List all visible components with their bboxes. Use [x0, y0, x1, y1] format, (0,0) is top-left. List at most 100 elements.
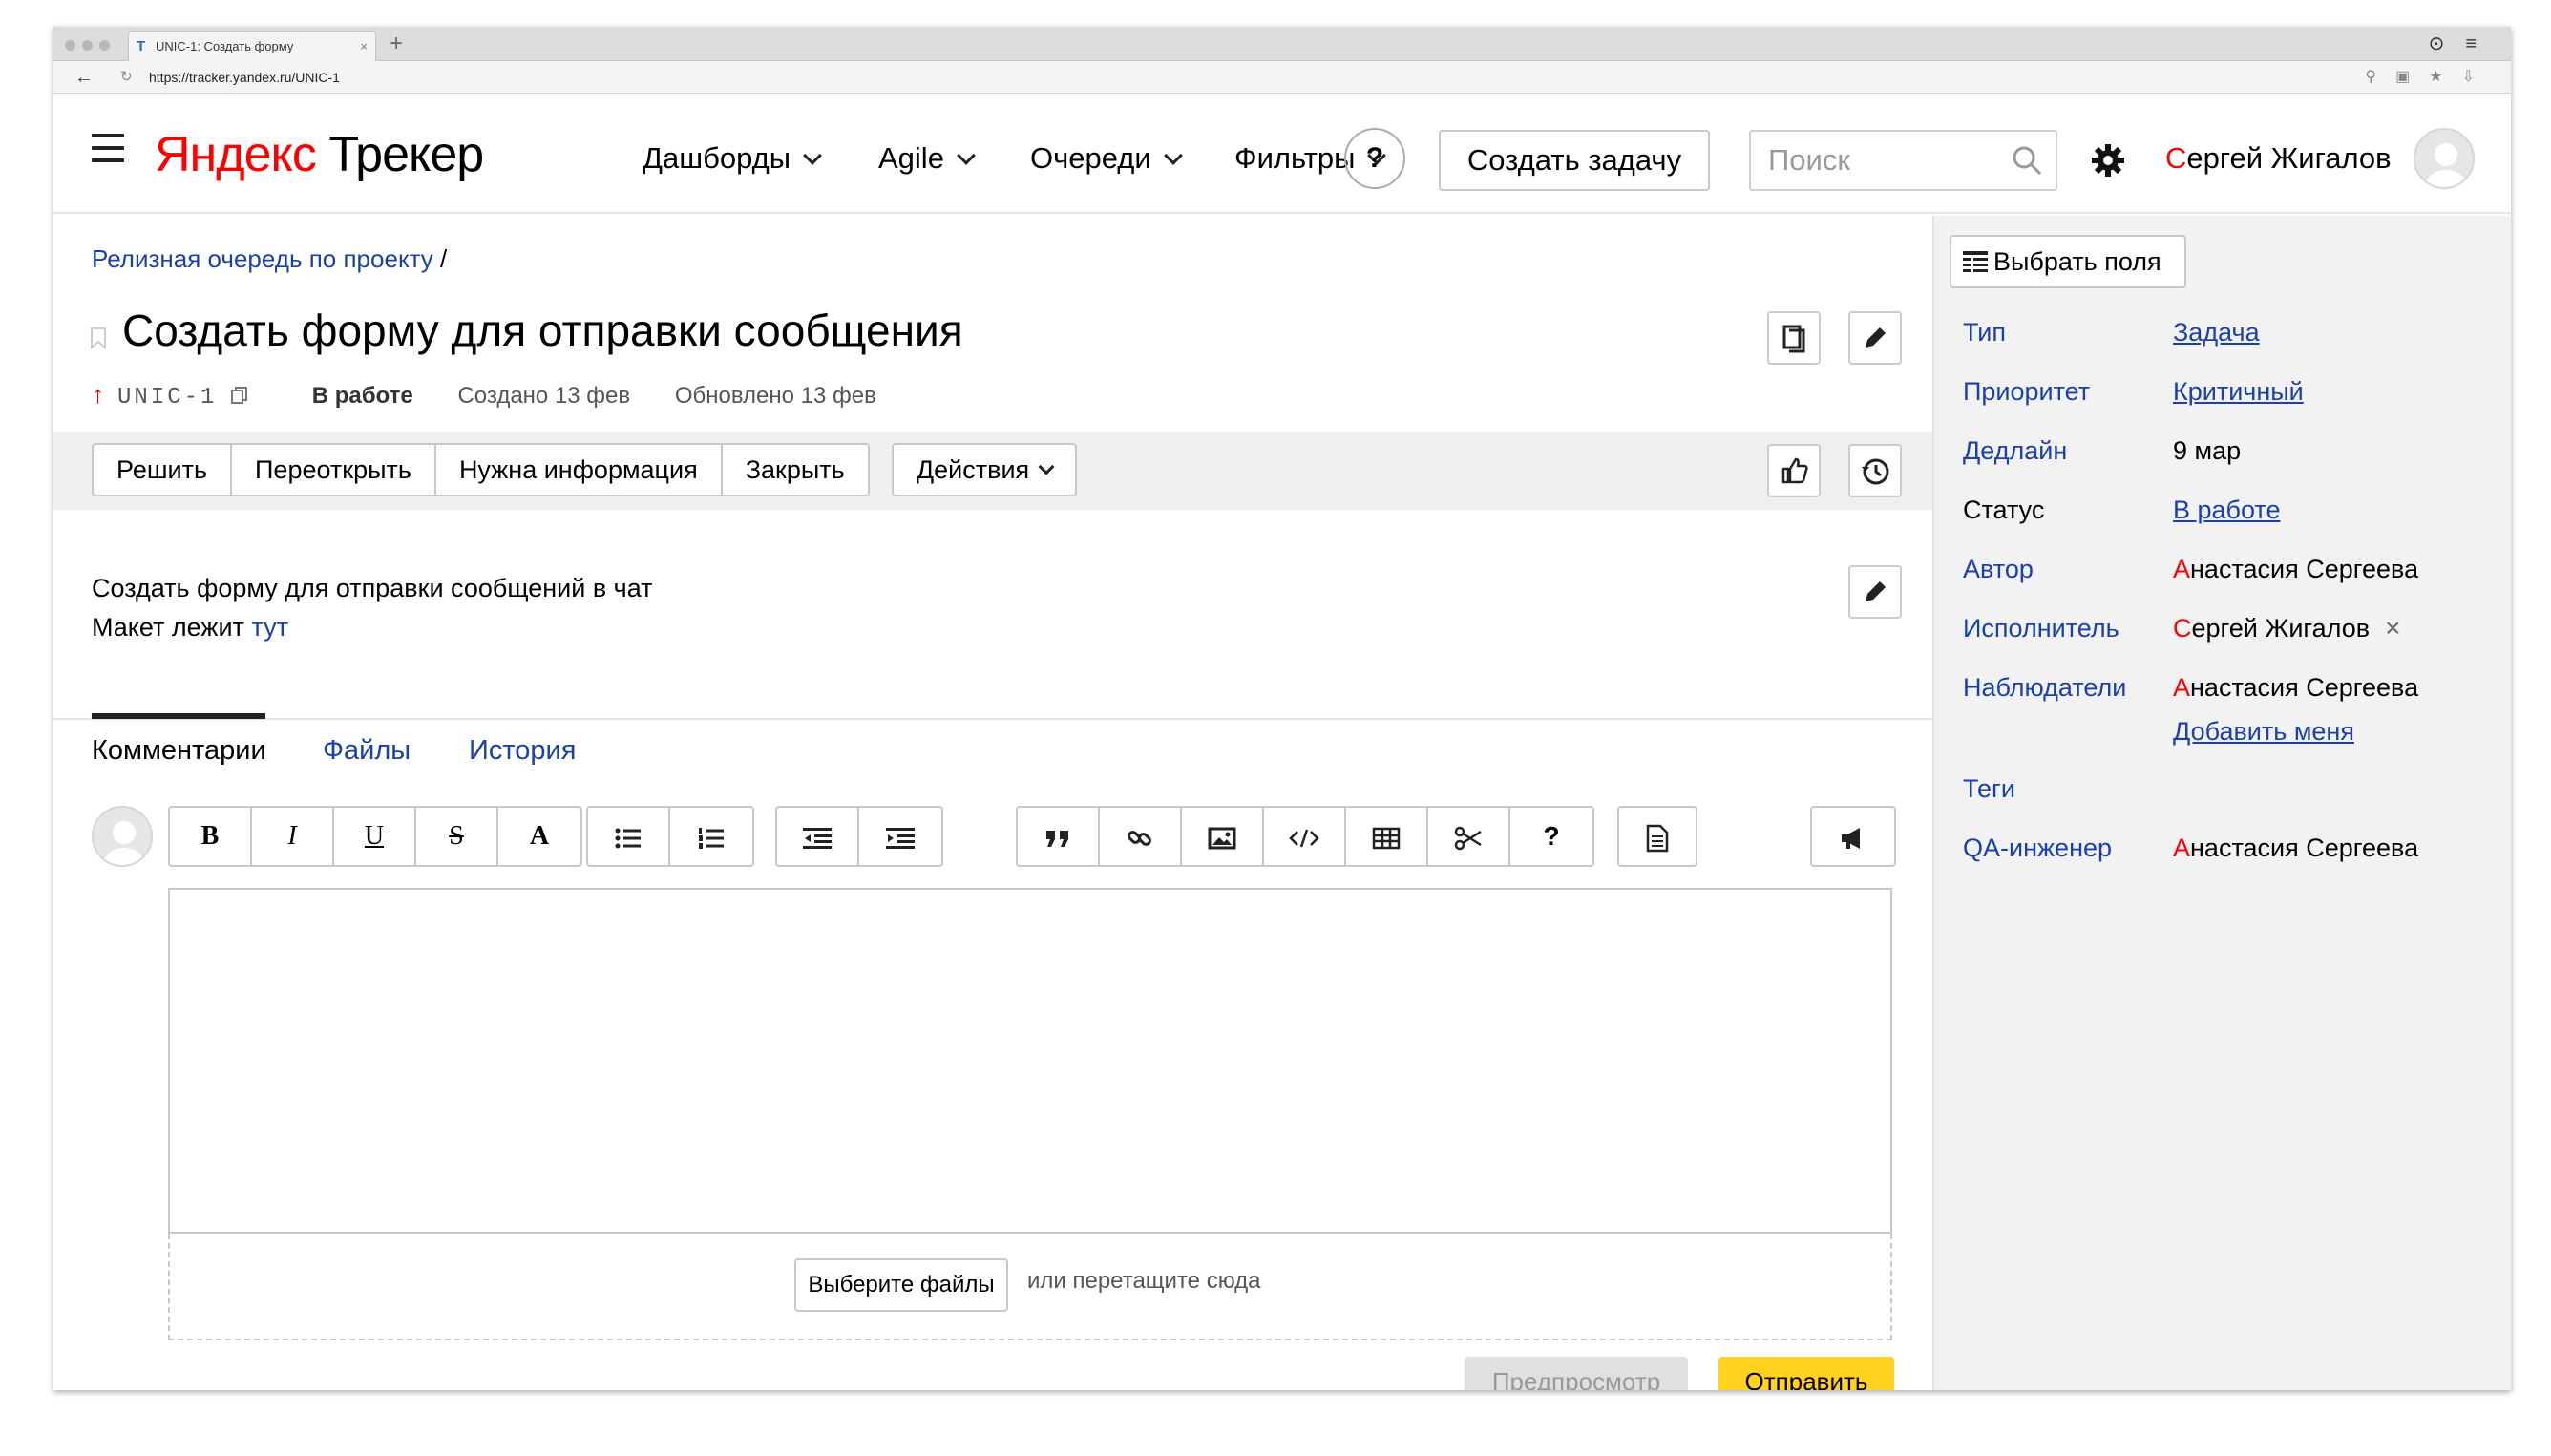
underline-button[interactable]: U	[334, 808, 416, 865]
create-task-button[interactable]: Создать задачу	[1439, 130, 1710, 191]
copy-button[interactable]	[1767, 311, 1821, 365]
reader-icon[interactable]: ▣	[2395, 69, 2429, 85]
need-info-button[interactable]: Нужна информация	[436, 445, 723, 495]
chevron-down-icon	[1163, 146, 1183, 165]
field-value-priority[interactable]: Критичный	[2173, 374, 2304, 409]
window-close-dot[interactable]	[65, 40, 75, 51]
font-button[interactable]: A	[498, 808, 580, 865]
pencil-icon	[1866, 581, 1886, 601]
field-label-tags[interactable]: Теги	[1963, 771, 2015, 806]
outdent-button[interactable]	[777, 808, 859, 865]
reopen-button[interactable]: Переоткрыть	[232, 445, 436, 495]
code-button[interactable]	[1264, 808, 1346, 865]
field-value-qa[interactable]: Анастасия Сергеева	[2173, 831, 2418, 865]
field-label-deadline[interactable]: Дедлайн	[1963, 433, 2067, 468]
tracker-favicon-icon: T	[137, 38, 146, 54]
pencil-icon	[1866, 327, 1886, 348]
field-label-assignee[interactable]: Исполнитель	[1963, 611, 2119, 645]
table-button[interactable]	[1346, 808, 1428, 865]
new-tab-button[interactable]: +	[390, 27, 403, 61]
issue-description: Создать форму для отправки сообщений в ч…	[92, 569, 653, 647]
window-zoom-dot[interactable]	[99, 40, 110, 51]
field-label-status: Статус	[1963, 496, 2045, 524]
translate-icon[interactable]: ⚲	[2365, 69, 2395, 85]
window-minimize-dot[interactable]	[82, 40, 93, 51]
field-value-type[interactable]: Задача	[2173, 315, 2260, 349]
quote-button[interactable]	[1018, 808, 1100, 865]
field-label-qa[interactable]: QA-инженер	[1963, 831, 2112, 865]
assignee-initial: С	[2173, 614, 2192, 643]
image-button[interactable]	[1182, 808, 1264, 865]
close-tab-icon[interactable]: ×	[360, 32, 368, 61]
close-button[interactable]: Закрыть	[723, 445, 868, 495]
tab-files[interactable]: Файлы	[323, 731, 411, 770]
download-icon[interactable]: ⇩	[2462, 69, 2494, 85]
field-label-followers[interactable]: Наблюдатели	[1963, 670, 2126, 705]
cut-icon	[1454, 826, 1482, 850]
logo[interactable]: Яндекс Трекер	[155, 126, 484, 183]
field-value-assignee[interactable]: Сергей Жигалов ×	[2173, 611, 2400, 645]
nav-queues[interactable]: Очереди	[1030, 139, 1183, 178]
bookmark-icon[interactable]	[90, 327, 107, 349]
avatar[interactable]	[2414, 128, 2475, 189]
logo-product: Трекер	[328, 127, 484, 182]
remove-assignee-icon[interactable]: ×	[2385, 611, 2400, 645]
link-button[interactable]	[1100, 808, 1182, 865]
bold-button[interactable]: B	[170, 808, 252, 865]
browser-tab[interactable]: T UNIC-1: Создать форму ×	[128, 31, 376, 61]
italic-button[interactable]: I	[252, 808, 334, 865]
select-fields-button[interactable]: Выбрать поля	[1950, 235, 2186, 288]
user-name[interactable]: Сергей Жигалов	[2165, 139, 2392, 178]
star-icon[interactable]: ★	[2429, 69, 2461, 85]
history-icon	[1862, 458, 1889, 485]
tab-comments[interactable]: Комментарии	[92, 731, 266, 770]
field-value-status[interactable]: В работе	[2173, 493, 2281, 527]
field-value-follower[interactable]: Анастасия Сергеева	[2173, 670, 2418, 705]
history-button[interactable]	[1848, 444, 1902, 497]
like-button[interactable]	[1767, 444, 1821, 497]
cut-button[interactable]	[1428, 808, 1510, 865]
preview-button[interactable]: Предпросмотр	[1465, 1357, 1688, 1390]
search-input[interactable]: Поиск	[1749, 130, 2057, 191]
search-icon[interactable]	[2012, 145, 2042, 176]
reload-icon[interactable]: ↻	[120, 61, 133, 94]
strikethrough-button[interactable]: S	[416, 808, 498, 865]
indent-button[interactable]	[859, 808, 941, 865]
copy-key-icon[interactable]	[229, 385, 250, 406]
help-format-button[interactable]: ?	[1510, 808, 1592, 865]
nav-dashboards[interactable]: Дашборды	[643, 139, 822, 178]
back-arrow-icon[interactable]: ←	[74, 61, 94, 94]
add-me-link[interactable]: Добавить меня	[2173, 714, 2354, 749]
browser-menu-icon[interactable]: ≡	[2465, 33, 2498, 54]
template-button[interactable]	[1619, 808, 1696, 865]
user-name-initial: С	[2165, 141, 2187, 175]
edit-description-button[interactable]	[1848, 565, 1902, 619]
tab-history[interactable]: История	[469, 731, 576, 770]
edit-title-button[interactable]	[1848, 311, 1902, 365]
breadcrumb-queue-link[interactable]: Релизная очередь по проекту	[92, 244, 433, 273]
updated-date: Обновлено 13 фев	[674, 383, 876, 409]
nav-agile[interactable]: Agile	[878, 139, 976, 178]
resolve-button[interactable]: Решить	[94, 445, 233, 495]
send-button[interactable]: Отправить	[1718, 1357, 1894, 1390]
logo-brand: Яндекс	[155, 127, 317, 182]
menu-icon[interactable]	[92, 134, 124, 162]
browser-window: T UNIC-1: Создать форму × + ⊙≡ ← ↻ https…	[53, 27, 2511, 1390]
field-value-author[interactable]: Анастасия Сергеева	[2173, 552, 2418, 586]
choose-files-button[interactable]: Выберите файлы	[794, 1258, 1008, 1312]
mockup-link[interactable]: тут	[251, 613, 288, 642]
field-label-author[interactable]: Автор	[1963, 552, 2034, 586]
gear-icon[interactable]	[2091, 143, 2125, 184]
url-field[interactable]: https://tracker.yandex.ru/UNIC-1	[149, 61, 340, 94]
comment-textarea[interactable]	[168, 888, 1892, 1234]
file-dropzone[interactable]: Выберите файлы или перетащите сюда	[168, 1234, 1892, 1340]
field-label-type: Тип	[1963, 318, 2007, 347]
actions-dropdown[interactable]: Действия	[892, 443, 1077, 496]
numbered-list-button[interactable]	[670, 808, 752, 865]
actions-label: Действия	[916, 455, 1030, 484]
help-button[interactable]: ?	[1344, 128, 1405, 189]
summon-button[interactable]	[1812, 808, 1894, 865]
bullet-list-button[interactable]	[588, 808, 670, 865]
address-bar-actions: ⚲▣★⇩	[2365, 61, 2494, 94]
user-name-rest: ергей Жигалов	[2186, 141, 2392, 175]
